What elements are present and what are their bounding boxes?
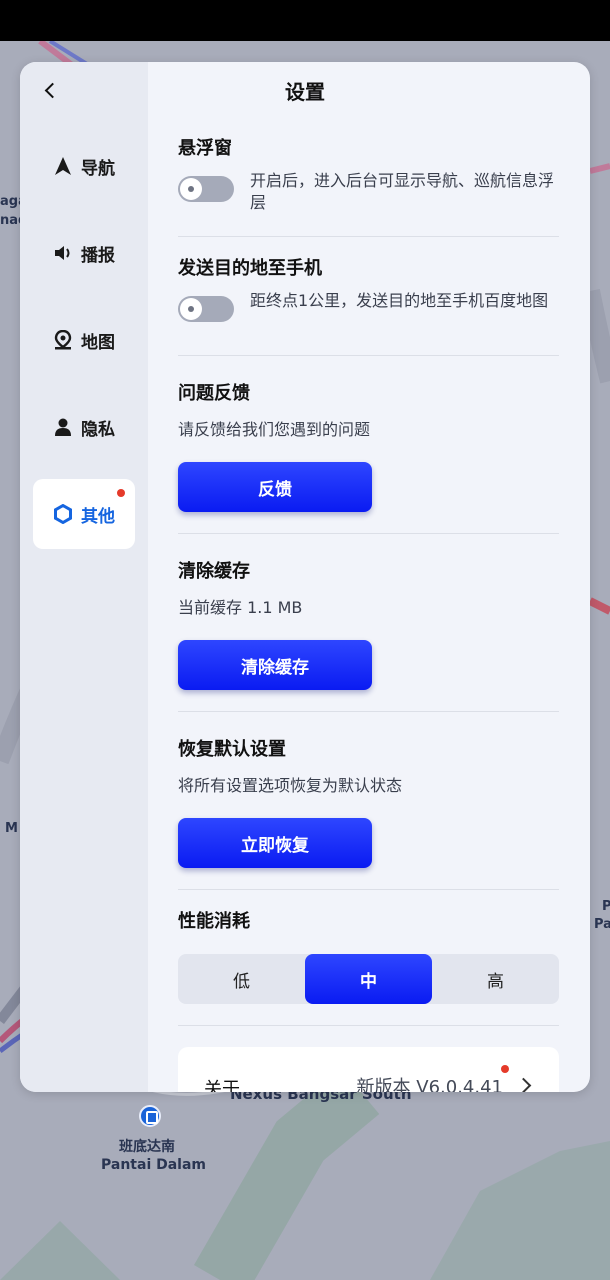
divider [178, 533, 559, 534]
send-destination-title: 发送目的地至手机 [178, 258, 322, 279]
speaker-icon [55, 246, 70, 260]
update-badge [501, 1065, 509, 1073]
toggle-knob [180, 178, 202, 200]
restore-defaults-title: 恢复默认设置 [178, 739, 286, 760]
user-icon [55, 418, 71, 436]
status-bar [0, 0, 610, 41]
send-destination-description: 距终点1公里，发送目的地至手机百度地图 [250, 291, 549, 310]
toggle-knob [180, 298, 202, 320]
navigation-arrow-icon [55, 157, 71, 175]
sidebar-item-broadcast[interactable]: 播报 [33, 218, 135, 288]
map-label: Pa [594, 917, 610, 932]
feedback-button[interactable]: 反馈 [178, 462, 372, 512]
performance-title: 性能消耗 [178, 911, 250, 932]
divider [178, 236, 559, 237]
divider [178, 1025, 559, 1026]
clear-cache-title: 清除缓存 [178, 561, 250, 582]
performance-segmented-control: 低 中 高 [178, 954, 559, 1004]
settings-sidebar: 导航 播报 地图 隐私 其他 [20, 62, 148, 1092]
sidebar-item-map[interactable]: 地图 [33, 305, 135, 375]
floating-window-description: 开启后，进入后台可显示导航、巡航信息浮层 [250, 171, 555, 212]
divider [178, 889, 559, 890]
feedback-title: 问题反馈 [178, 383, 250, 404]
floating-window-title: 悬浮窗 [178, 138, 232, 159]
settings-panel: 导航 播报 地图 隐私 其他 设置 悬浮窗 开启后，进入后台可显示导航、巡航信息… [20, 62, 590, 1092]
sidebar-item-label: 导航 [81, 158, 115, 179]
map-label: M [5, 821, 18, 836]
notification-badge [117, 489, 125, 497]
map-label: P [602, 899, 610, 914]
send-destination-toggle[interactable] [178, 296, 234, 322]
chevron-right-icon [515, 1077, 532, 1092]
transit-station-icon[interactable] [139, 1105, 161, 1127]
send-destination-row: 距终点1公里，发送目的地至手机百度地图 [178, 290, 556, 322]
sidebar-item-other[interactable]: 其他 [33, 479, 135, 549]
cache-size-text: 当前缓存 1.1 MB [178, 598, 303, 617]
back-button[interactable] [36, 76, 64, 104]
about-row[interactable]: 关于 新版本 V6.0.4.41 [178, 1047, 559, 1092]
performance-option-high[interactable]: 高 [432, 954, 559, 1004]
divider [178, 711, 559, 712]
divider [178, 355, 559, 356]
map-label-station-en: Pantai Dalam [101, 1157, 207, 1173]
sidebar-item-label: 播报 [81, 245, 115, 266]
restore-now-button[interactable]: 立即恢复 [178, 818, 372, 868]
map-label-station-cn: 班底达南 [119, 1139, 175, 1155]
page-title: 设置 [285, 80, 325, 104]
version-text: 新版本 V6.0.4.41 [356, 1077, 503, 1092]
about-label: 关于 [204, 1079, 240, 1092]
map-pin-icon [54, 330, 72, 350]
sidebar-item-navigation[interactable]: 导航 [33, 131, 135, 201]
clear-cache-button[interactable]: 清除缓存 [178, 640, 372, 690]
performance-option-medium[interactable]: 中 [305, 954, 432, 1004]
chevron-left-icon [44, 82, 60, 98]
floating-window-row: 开启后，进入后台可显示导航、巡航信息浮层 [178, 170, 556, 214]
hexagon-icon [54, 504, 72, 524]
sidebar-item-label: 其他 [81, 506, 115, 527]
sidebar-item-label: 地图 [81, 332, 115, 353]
performance-option-low[interactable]: 低 [178, 954, 305, 1004]
feedback-description: 请反馈给我们您遇到的问题 [178, 420, 371, 439]
floating-window-toggle[interactable] [178, 176, 234, 202]
sidebar-item-label: 隐私 [81, 419, 115, 440]
restore-defaults-description: 将所有设置选项恢复为默认状态 [178, 776, 403, 795]
sidebar-item-privacy[interactable]: 隐私 [33, 392, 135, 462]
